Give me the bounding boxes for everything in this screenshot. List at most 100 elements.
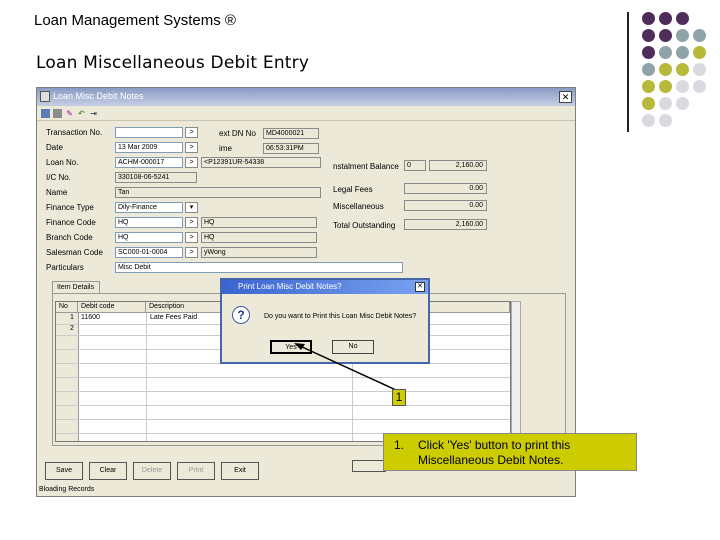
help-icon[interactable]: ✎ [65, 109, 74, 118]
undo-icon[interactable]: ↶ [77, 109, 86, 118]
description-cell[interactable]: Late Fees Paid [150, 314, 197, 321]
decorative-dot-grid [640, 12, 710, 132]
exit-button[interactable]: Exit [221, 462, 259, 480]
decorative-divider [627, 12, 629, 132]
miscellaneous-label: Miscellaneous [333, 202, 384, 211]
save-icon[interactable] [41, 109, 50, 118]
particulars-field[interactable]: Misc Debit [115, 262, 403, 273]
finance-type-label: Finance Type [46, 203, 94, 212]
instruction-callout: 1. Click 'Yes' button to print this Misc… [383, 433, 637, 471]
date-field[interactable]: 13 Mar 2009 [115, 142, 183, 153]
status-bar-text: Bloading Records [39, 486, 95, 493]
window-titlebar: Loan Misc Debit Notes ✕ [37, 88, 575, 106]
debit-code-cell[interactable]: 11600 [81, 314, 100, 321]
clear-button[interactable]: Clear [89, 462, 127, 480]
decor-dot [642, 80, 655, 93]
column-header-debit-code[interactable]: Debit code [78, 302, 146, 313]
chevron-down-icon[interactable]: ▾ [185, 202, 198, 213]
branch-code-lookup-button[interactable]: > [185, 232, 198, 243]
branch-code-label: Branch Code [46, 233, 93, 242]
legal-fees-label: Legal Fees [333, 185, 373, 194]
row-divider [56, 377, 510, 378]
next-dn-no-field: MD4000021 [263, 128, 319, 139]
dialog-message: Do you want to Print this Loan Misc Debi… [264, 313, 417, 320]
decor-dot [642, 114, 655, 127]
dialog-titlebar: Print Loan Misc Debit Notes? ✕ [222, 280, 428, 294]
tab-item-details[interactable]: Item Details [52, 281, 100, 293]
loan-lookup-button[interactable]: > [185, 157, 198, 168]
callout-number: 1. [394, 438, 405, 452]
salesman-name: yWong [201, 247, 317, 258]
date-label: Date [46, 143, 63, 152]
branch-code-field[interactable]: HQ [115, 232, 183, 243]
step-badge: 1 [392, 389, 406, 406]
slide-title: Loan Management Systems ® [34, 12, 236, 29]
row-divider [56, 405, 510, 406]
decor-dot [642, 97, 655, 110]
decor-dot [693, 80, 706, 93]
decor-dot [642, 29, 655, 42]
no-button[interactable]: No [332, 340, 374, 354]
instalment-balance-label: nstalment Balance [333, 162, 399, 171]
branch-code-desc: HQ [201, 232, 317, 243]
name-field: Tan [115, 187, 321, 198]
decor-dot [676, 29, 689, 42]
decor-dot [659, 97, 672, 110]
decor-dot [642, 46, 655, 59]
row-divider [56, 419, 510, 420]
yes-button[interactable]: Yes [270, 340, 312, 354]
print-button[interactable]: Print [177, 462, 215, 480]
row-no-cell: 1 [70, 314, 74, 321]
decor-dot [676, 63, 689, 76]
decor-dot [693, 63, 706, 76]
decor-dot [693, 29, 706, 42]
decor-dot [659, 114, 672, 127]
decor-dot [642, 63, 655, 76]
save-button[interactable]: Save [45, 462, 83, 480]
finance-code-lookup-button[interactable]: > [185, 217, 198, 228]
finance-code-desc: HQ [201, 217, 317, 228]
particulars-label: Particulars [46, 263, 84, 272]
exit-icon[interactable]: ⇥ [89, 109, 98, 118]
decor-dot [676, 12, 689, 25]
decor-dot [659, 29, 672, 42]
question-icon: ? [232, 306, 250, 324]
salesman-code-field[interactable]: SC000-01-0004 [115, 247, 183, 258]
time-field: 06:53:31PM [263, 143, 319, 154]
salesman-lookup-button[interactable]: > [185, 247, 198, 258]
slide-subtitle: Loan Miscellaneous Debit Entry [36, 53, 310, 73]
finance-type-select[interactable]: Dily-Finance [115, 202, 183, 213]
decor-dot [659, 46, 672, 59]
decor-dot [676, 46, 689, 59]
column-header-no[interactable]: No [56, 302, 78, 313]
loan-no-field[interactable]: ACHM-000017 [115, 157, 183, 168]
total-outstanding-value: 2,160.00 [404, 219, 487, 230]
dialog-close-button[interactable]: ✕ [415, 282, 425, 292]
transaction-lookup-button[interactable]: > [185, 127, 198, 138]
delete-button[interactable]: Delete [133, 462, 171, 480]
print-confirm-dialog: Print Loan Misc Debit Notes? ✕ ? Do you … [220, 278, 430, 364]
record-nav-box [352, 460, 386, 472]
finance-code-field[interactable]: HQ [115, 217, 183, 228]
window-title: Loan Misc Debit Notes [53, 91, 144, 101]
window-close-button[interactable]: ✕ [559, 91, 572, 103]
time-label: ime [219, 144, 232, 153]
row-no-cell: 2 [70, 325, 74, 332]
transaction-no-field[interactable] [115, 127, 183, 138]
decor-dot [676, 80, 689, 93]
decor-dot [693, 46, 706, 59]
decor-dot [676, 97, 689, 110]
salesman-code-label: Salesman Code [46, 248, 103, 257]
date-picker-button[interactable]: > [185, 142, 198, 153]
name-label: Name [46, 188, 68, 197]
loan-vehicle-field: <P12391UR-54338 [201, 157, 321, 168]
decor-dot [659, 12, 672, 25]
instalment-balance-count: 0 [404, 160, 426, 171]
instalment-balance-value: 2,160.00 [429, 160, 487, 171]
total-outstanding-label: Total Outstanding [333, 221, 396, 230]
dialog-title: Print Loan Misc Debit Notes? [238, 282, 342, 291]
table-vertical-scrollbar[interactable] [511, 301, 521, 442]
next-dn-no-label: ext DN No [219, 129, 256, 138]
window-toolbar: ✎ ↶ ⇥ [37, 107, 575, 121]
print-icon[interactable] [53, 109, 62, 118]
